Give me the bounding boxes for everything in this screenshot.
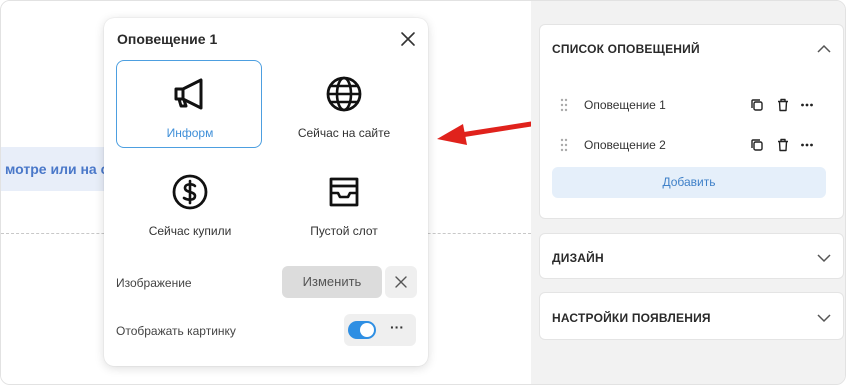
chevron-down-icon[interactable] (817, 313, 831, 323)
close-icon (395, 276, 407, 288)
copy-icon[interactable] (750, 138, 764, 152)
popup-title: Оповещение 1 (117, 31, 218, 47)
add-alert-button[interactable]: Добавить (552, 167, 826, 198)
alert-settings-popup: Оповещение 1 Информ Сейчас на сайте Сейч… (104, 18, 428, 366)
drag-handle-icon[interactable] (560, 98, 568, 112)
toggle-knob (360, 323, 374, 337)
clear-image-button[interactable] (385, 266, 417, 298)
drag-handle-icon[interactable] (560, 138, 568, 152)
copy-icon[interactable] (750, 98, 764, 112)
type-card-label: Пустой слот (310, 224, 378, 238)
show-image-toggle[interactable] (348, 321, 376, 339)
megaphone-icon (174, 78, 203, 110)
list-item[interactable]: Оповещение 1 (560, 95, 820, 115)
type-card-inform[interactable]: Информ (116, 60, 262, 148)
type-card-just-bought[interactable]: Сейчас купили (116, 158, 262, 246)
list-item[interactable]: Оповещение 2 (560, 135, 820, 155)
inbox-icon (329, 177, 359, 207)
type-card-label: Информ (166, 126, 214, 140)
design-section-title: ДИЗАЙН (552, 251, 604, 265)
more-options-icon[interactable] (800, 138, 814, 152)
dollar-icon (172, 174, 208, 210)
image-label: Изображение (116, 276, 192, 290)
trash-icon[interactable] (776, 98, 790, 112)
alert-list-section: СПИСОК ОПОВЕЩЕНИЙ Оповещение 1 Оповещени… (539, 24, 844, 219)
settings-panel: СПИСОК ОПОВЕЩЕНИЙ Оповещение 1 Оповещени… (531, 1, 845, 384)
more-options-icon[interactable] (800, 98, 814, 112)
type-card-label: Сейчас купили (148, 224, 232, 238)
show-image-controls: ··· (344, 314, 416, 346)
chevron-down-icon[interactable] (817, 253, 831, 263)
change-image-button[interactable]: Изменить (282, 266, 382, 298)
trash-icon[interactable] (776, 138, 790, 152)
alert-list-title: СПИСОК ОПОВЕЩЕНИЙ (552, 42, 700, 56)
chevron-up-icon[interactable] (817, 44, 831, 54)
show-image-label: Отображать картинку (116, 324, 236, 338)
type-card-label: Сейчас на сайте (297, 126, 391, 140)
alert-item-name: Оповещение 1 (584, 98, 666, 112)
design-section[interactable]: ДИЗАЙН (539, 233, 844, 279)
appearance-section-title: НАСТРОЙКИ ПОЯВЛЕНИЯ (552, 311, 711, 325)
globe-icon (326, 76, 362, 112)
close-icon[interactable] (400, 31, 416, 47)
alert-item-name: Оповещение 2 (584, 138, 666, 152)
type-card-online-now[interactable]: Сейчас на сайте (270, 60, 416, 148)
appearance-section[interactable]: НАСТРОЙКИ ПОЯВЛЕНИЯ (539, 292, 844, 340)
app-frame: мотре или на с Оповещение 1 Информ Сейча… (0, 0, 846, 385)
type-card-empty-slot[interactable]: Пустой слот (270, 158, 416, 246)
more-options-icon[interactable]: ··· (388, 320, 406, 338)
